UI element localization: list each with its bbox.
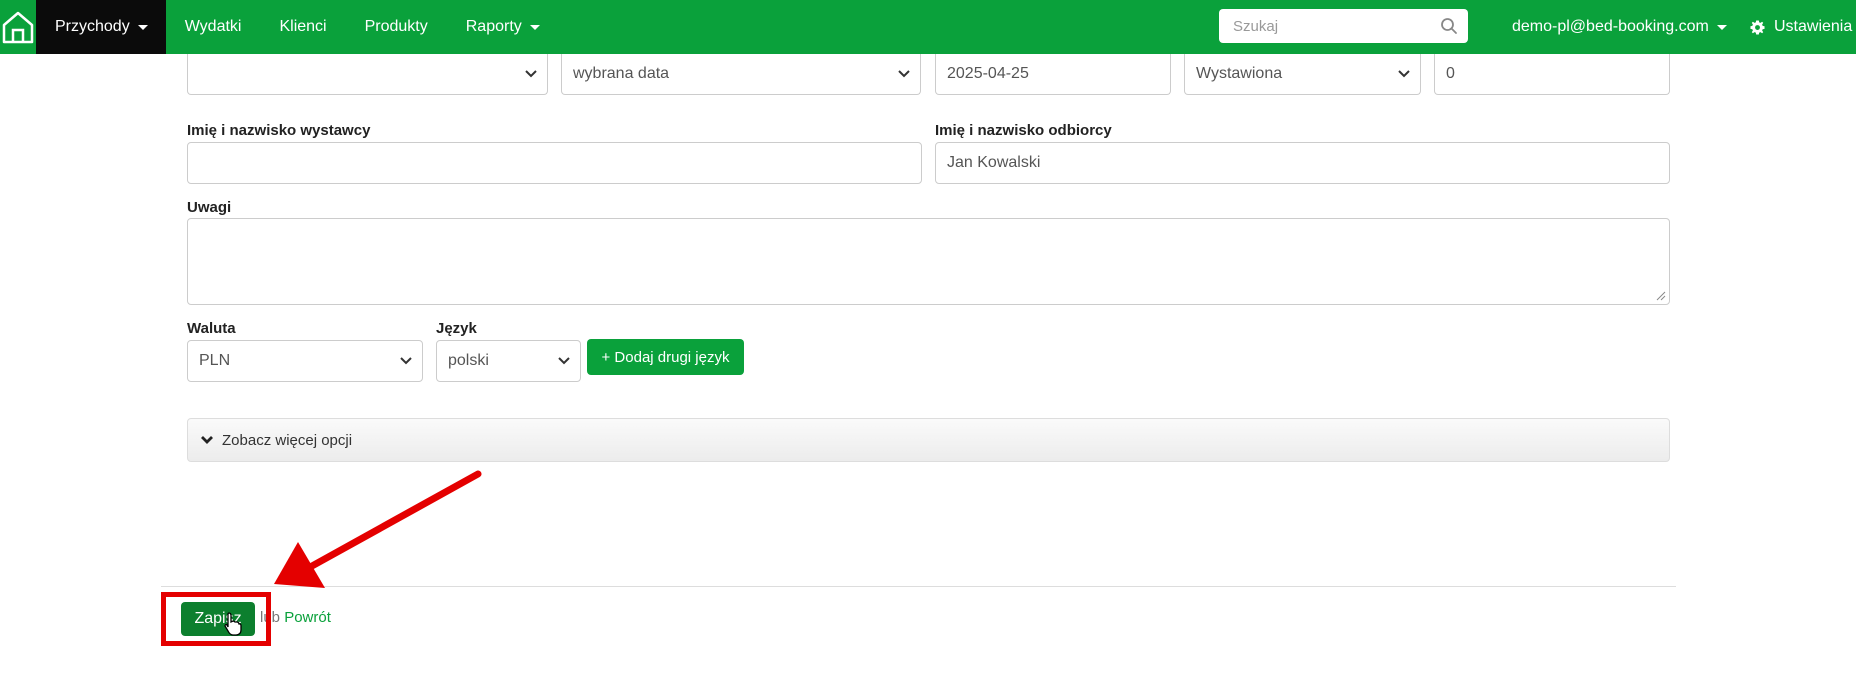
select-value: polski bbox=[448, 352, 489, 369]
home-button[interactable] bbox=[0, 0, 36, 54]
recipient-name-input[interactable]: Jan Kowalski bbox=[935, 142, 1670, 184]
settings-label: Ustawienia bbox=[1774, 18, 1853, 35]
back-link[interactable]: Powrót bbox=[284, 609, 331, 626]
nav-item-label: Wydatki bbox=[184, 18, 242, 35]
input-value: 2025-04-25 bbox=[947, 65, 1029, 82]
top-navbar: Przychody Wydatki Klienci Produkty Rapor… bbox=[0, 0, 1856, 54]
annotation-highlight-box bbox=[161, 592, 271, 646]
caret-down-icon bbox=[529, 24, 540, 30]
mouse-cursor-icon bbox=[224, 612, 242, 636]
nav-item-przychody[interactable]: Przychody bbox=[36, 0, 166, 54]
input-value: 0 bbox=[1446, 65, 1455, 82]
notes-label: Uwagi bbox=[187, 199, 232, 216]
caret-down-icon bbox=[137, 24, 148, 30]
language-label: Język bbox=[436, 320, 477, 337]
date-type-select[interactable]: wybrana data bbox=[561, 54, 921, 95]
caret-down-icon bbox=[1716, 24, 1727, 30]
chevron-down-icon bbox=[400, 357, 412, 365]
nav-item-label: Raporty bbox=[465, 18, 522, 35]
search-input[interactable] bbox=[1231, 16, 1435, 36]
select-value: wybrana data bbox=[573, 65, 670, 82]
gear-icon bbox=[1750, 19, 1765, 35]
status-select[interactable]: Wystawiona bbox=[1184, 54, 1421, 95]
resize-handle-icon[interactable] bbox=[1656, 291, 1666, 301]
input-value: Jan Kowalski bbox=[947, 154, 1041, 171]
chevron-down-icon bbox=[558, 357, 570, 365]
more-options-label: Zobacz więcej opcji bbox=[222, 431, 353, 449]
chevron-down-icon bbox=[898, 70, 910, 78]
number-input[interactable]: 0 bbox=[1434, 54, 1670, 95]
nav-item-label: Przychody bbox=[55, 18, 130, 35]
document-type-select[interactable] bbox=[187, 54, 548, 95]
language-select[interactable]: polski bbox=[436, 340, 581, 382]
issuer-label: Imię i nazwisko wystawcy bbox=[187, 122, 371, 139]
nav-item-raporty[interactable]: Raporty bbox=[447, 0, 559, 54]
notes-textarea[interactable] bbox=[187, 218, 1670, 305]
chevron-down-icon bbox=[1398, 70, 1410, 78]
nav-item-wydatki[interactable]: Wydatki bbox=[166, 0, 261, 54]
nav-item-label: Klienci bbox=[279, 18, 327, 35]
date-input[interactable]: 2025-04-25 bbox=[935, 54, 1171, 95]
select-value: PLN bbox=[199, 352, 231, 369]
more-options-toggle[interactable]: Zobacz więcej opcji bbox=[187, 418, 1670, 462]
recipient-label: Imię i nazwisko odbiorcy bbox=[935, 122, 1112, 139]
search-icon[interactable] bbox=[1440, 17, 1458, 35]
search-box bbox=[1219, 9, 1468, 43]
footer-divider bbox=[161, 586, 1676, 587]
settings-menu[interactable]: Ustawienia bbox=[1731, 0, 1856, 54]
chevron-down-icon bbox=[201, 436, 213, 444]
currency-label: Waluta bbox=[187, 320, 236, 337]
nav-item-label: Produkty bbox=[364, 18, 428, 35]
select-value: Wystawiona bbox=[1196, 65, 1283, 82]
nav-item-klienci[interactable]: Klienci bbox=[260, 0, 345, 54]
add-language-button[interactable]: + Dodaj drugi język bbox=[587, 339, 744, 375]
user-email: demo-pl@bed-booking.com bbox=[1512, 18, 1709, 35]
user-menu[interactable]: demo-pl@bed-booking.com bbox=[1493, 0, 1746, 54]
chevron-down-icon bbox=[525, 70, 537, 78]
home-icon bbox=[2, 11, 34, 44]
nav-item-produkty[interactable]: Produkty bbox=[346, 0, 447, 54]
currency-select[interactable]: PLN bbox=[187, 340, 423, 382]
issuer-name-input[interactable] bbox=[187, 142, 922, 184]
